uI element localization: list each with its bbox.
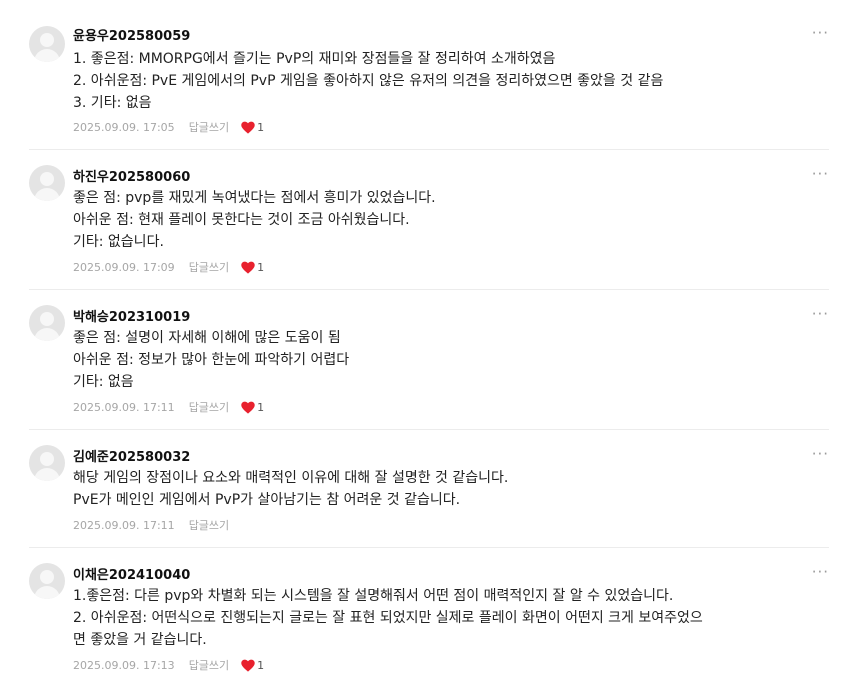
comment-line: 아쉬운 점: 현재 플레이 못한다는 것이 조금 아쉬웠습니다. — [73, 212, 410, 228]
comment-line: 해당 게임의 장점이나 요소와 매력적인 이유에 대해 잘 설명한 것 같습니다… — [73, 470, 509, 486]
comment-item: 이채은202410040 ··· 1.좋은점: 다른 pvp와 차별화 되는 시… — [29, 548, 829, 688]
comment-date: 2025.09.09. 17:09 — [73, 260, 175, 274]
default-profile-icon[interactable] — [29, 445, 65, 481]
comment-body: 1. 좋은점: MMORPG에서 즐기는 PvP의 재미와 장점들을 잘 정리하… — [73, 48, 813, 114]
like-count: 1 — [257, 400, 265, 414]
comment-line: 좋은 점: 설명이 자세해 이해에 많은 도움이 됨 — [73, 330, 341, 346]
comment-item: 하진우202580060 ··· 좋은 점: pvp를 재밌게 녹여냈다는 점에… — [29, 150, 829, 290]
comment-body: 좋은 점: 설명이 자세해 이해에 많은 도움이 됨 아쉬운 점: 정보가 많아… — [73, 327, 813, 393]
more-options-icon[interactable]: ··· — [812, 305, 829, 323]
comment-line: 1. 좋은점: MMORPG에서 즐기는 PvP의 재미와 장점들을 잘 정리하… — [73, 51, 556, 67]
like-count: 1 — [257, 260, 265, 274]
comment-line: 면 좋았을 거 같습니다. — [73, 632, 207, 648]
heart-icon[interactable] — [241, 401, 255, 414]
default-profile-icon[interactable] — [29, 305, 65, 341]
comment-item: 김예준202580032 ··· 해당 게임의 장점이나 요소와 매력적인 이유… — [29, 430, 829, 548]
comment-line: 기타: 없음 — [73, 374, 134, 390]
comment-list: 윤용우202580059 ··· 1. 좋은점: MMORPG에서 즐기는 Pv… — [0, 10, 856, 688]
like-count: 1 — [257, 120, 265, 134]
comment-body: 좋은 점: pvp를 재밌게 녹여냈다는 점에서 흥미가 있었습니다. 아쉬운 … — [73, 187, 813, 253]
comment-body: 해당 게임의 장점이나 요소와 매력적인 이유에 대해 잘 설명한 것 같습니다… — [73, 467, 813, 511]
comment-body: 1.좋은점: 다른 pvp와 차별화 되는 시스템을 잘 설명해줘서 어떤 점이… — [73, 585, 813, 651]
comment-line: PvE가 메인인 게임에서 PvP가 살아남기는 참 어려운 것 같습니다. — [73, 492, 461, 508]
like-count: 1 — [257, 658, 265, 672]
more-options-icon[interactable]: ··· — [812, 563, 829, 581]
comment-item: 윤용우202580059 ··· 1. 좋은점: MMORPG에서 즐기는 Pv… — [29, 10, 829, 150]
comment-date: 2025.09.09. 17:05 — [73, 120, 175, 134]
comment-author[interactable]: 하진우202580060 — [73, 166, 190, 185]
comment-item: 박해승202310019 ··· 좋은 점: 설명이 자세해 이해에 많은 도움… — [29, 290, 829, 430]
comment-author[interactable]: 윤용우202580059 — [73, 25, 190, 44]
reply-button[interactable]: 답글쓰기 — [189, 399, 229, 415]
comment-line: 3. 기타: 없음 — [73, 95, 152, 111]
comment-meta: 2025.09.09. 17:05 답글쓰기 1 — [73, 119, 264, 135]
heart-icon[interactable] — [241, 659, 255, 672]
more-options-icon[interactable]: ··· — [812, 24, 829, 42]
comment-line: 1.좋은점: 다른 pvp와 차별화 되는 시스템을 잘 설명해줘서 어떤 점이… — [73, 588, 674, 604]
comment-meta: 2025.09.09. 17:09 답글쓰기 1 — [73, 259, 264, 275]
comment-date: 2025.09.09. 17:11 — [73, 400, 175, 414]
reply-button[interactable]: 답글쓰기 — [189, 259, 229, 275]
comment-meta: 2025.09.09. 17:11 답글쓰기 1 — [73, 399, 264, 415]
reply-button[interactable]: 답글쓰기 — [189, 119, 229, 135]
comment-author[interactable]: 김예준202580032 — [73, 446, 190, 465]
comment-meta: 2025.09.09. 17:13 답글쓰기 1 — [73, 657, 264, 673]
comment-author[interactable]: 박해승202310019 — [73, 306, 190, 325]
comment-meta: 2025.09.09. 17:11 답글쓰기 — [73, 517, 241, 533]
reply-button[interactable]: 답글쓰기 — [189, 657, 229, 673]
heart-icon[interactable] — [241, 121, 255, 134]
comment-date: 2025.09.09. 17:13 — [73, 658, 175, 672]
more-options-icon[interactable]: ··· — [812, 445, 829, 463]
default-profile-icon[interactable] — [29, 26, 65, 62]
reply-button[interactable]: 답글쓰기 — [189, 517, 229, 533]
comment-line: 2. 아쉬운점: PvE 게임에서의 PvP 게임을 좋아하지 않은 유저의 의… — [73, 73, 664, 89]
comment-line: 2. 아쉬운점: 어떤식으로 진행되는지 글로는 잘 표현 되었지만 실제로 플… — [73, 610, 703, 626]
comment-author[interactable]: 이채은202410040 — [73, 564, 190, 583]
comment-line: 기타: 없습니다. — [73, 234, 164, 250]
comment-line: 아쉬운 점: 정보가 많아 한눈에 파악하기 어렵다 — [73, 352, 350, 368]
more-options-icon[interactable]: ··· — [812, 165, 829, 183]
default-profile-icon[interactable] — [29, 563, 65, 599]
comment-line: 좋은 점: pvp를 재밌게 녹여냈다는 점에서 흥미가 있었습니다. — [73, 190, 436, 206]
heart-icon[interactable] — [241, 261, 255, 274]
default-profile-icon[interactable] — [29, 165, 65, 201]
comment-date: 2025.09.09. 17:11 — [73, 518, 175, 532]
